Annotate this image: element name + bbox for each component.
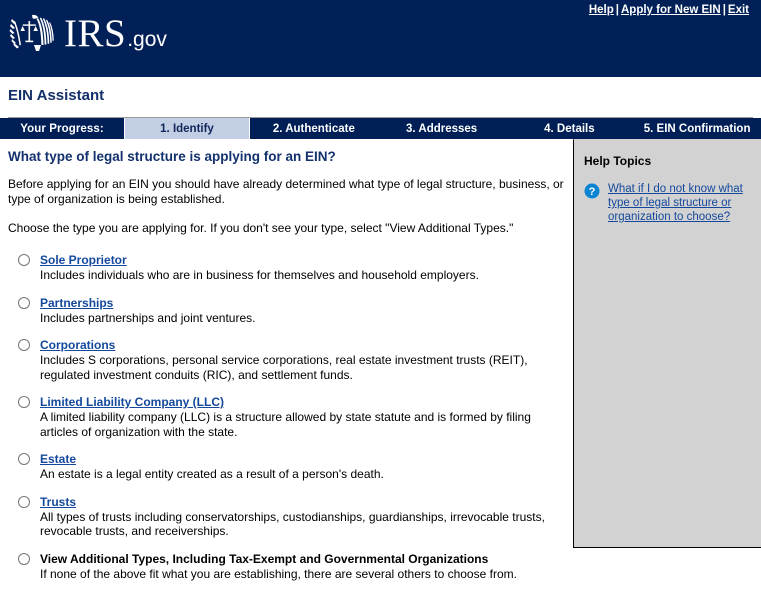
utility-nav: Help | Apply for New EIN | Exit — [589, 4, 749, 16]
title-divider — [8, 117, 753, 118]
option-desc-corporations: Includes S corporations, personal servic… — [40, 353, 528, 382]
progress-tracker: Your Progress: 1. Identify 2. Authentica… — [0, 118, 761, 139]
app-title-bar: EIN Assistant — [0, 77, 761, 118]
utility-nav-separator-1: | — [615, 4, 619, 16]
radio-sole-proprietor[interactable] — [18, 254, 30, 266]
help-link[interactable]: Help — [589, 4, 614, 16]
option-view-additional-types[interactable]: View Additional Types, Including Tax-Exe… — [8, 552, 573, 582]
brand-gov-text: .gov — [127, 27, 167, 51]
question-mark-circle-icon: ? — [584, 183, 600, 199]
legal-structure-options: Sole Proprietor Includes individuals who… — [8, 253, 573, 581]
radio-estate[interactable] — [18, 453, 30, 465]
progress-step-addresses[interactable]: 3. Addresses — [378, 118, 506, 139]
option-desc-partnerships: Includes partnerships and joint ventures… — [40, 310, 256, 325]
radio-view-additional-types[interactable] — [18, 552, 30, 565]
option-limited-liability-company[interactable]: Limited Liability Company (LLC) A limite… — [8, 395, 573, 439]
option-desc-limited-liability-company: A limited liability company (LLC) is a s… — [40, 410, 531, 439]
brand-irs-text: IRS — [64, 11, 127, 55]
option-partnerships[interactable]: Partnerships Includes partnerships and j… — [8, 296, 573, 326]
option-label-partnerships[interactable]: Partnerships — [40, 296, 113, 310]
irs-eagle-seal-icon — [9, 14, 54, 51]
progress-step-ein-confirmation[interactable]: 5. EIN Confirmation — [633, 118, 761, 139]
option-desc-sole-proprietor: Includes individuals who are in business… — [40, 268, 479, 282]
option-label-view-additional-types: View Additional Types, Including Tax-Exe… — [40, 551, 489, 566]
option-label-limited-liability-company[interactable]: Limited Liability Company (LLC) — [40, 395, 224, 409]
option-desc-trusts: All types of trusts including conservato… — [40, 509, 545, 539]
content-region: What type of legal structure is applying… — [0, 139, 761, 587]
option-label-corporations[interactable]: Corporations — [40, 338, 115, 352]
exit-link[interactable]: Exit — [728, 4, 749, 16]
option-corporations[interactable]: Corporations Includes S corporations, pe… — [8, 338, 573, 382]
option-label-trusts[interactable]: Trusts — [40, 495, 76, 509]
option-desc-estate: An estate is a legal entity created as a… — [40, 467, 384, 481]
main-content: What type of legal structure is applying… — [0, 139, 573, 594]
progress-step-identify[interactable]: 1. Identify — [124, 118, 250, 139]
option-sole-proprietor[interactable]: Sole Proprietor Includes individuals who… — [8, 253, 573, 283]
radio-partnerships[interactable] — [18, 296, 30, 309]
intro-paragraph-1: Before applying for an EIN you should ha… — [8, 177, 564, 206]
option-label-sole-proprietor[interactable]: Sole Proprietor — [40, 253, 127, 267]
option-label-estate[interactable]: Estate — [40, 452, 76, 466]
utility-nav-separator-2: | — [722, 4, 726, 16]
intro-paragraph-2: Choose the type you are applying for. If… — [8, 221, 514, 235]
page-title: EIN Assistant — [8, 87, 105, 104]
irs-brand: IRS .gov — [8, 9, 167, 57]
help-topics-title: Help Topics — [584, 154, 652, 168]
section-heading: What type of legal structure is applying… — [8, 149, 336, 164]
help-topic-item[interactable]: ? What if I do not know what type of leg… — [584, 182, 751, 224]
radio-corporations[interactable] — [18, 339, 30, 351]
progress-step-authenticate[interactable]: 2. Authenticate — [250, 118, 378, 139]
radio-limited-liability-company[interactable] — [18, 396, 30, 408]
apply-for-new-ein-link[interactable]: Apply for New EIN — [621, 4, 721, 16]
option-trusts[interactable]: Trusts All types of trusts including con… — [8, 495, 573, 539]
progress-step-details[interactable]: 4. Details — [506, 118, 634, 139]
progress-label: Your Progress: — [20, 122, 104, 135]
option-estate[interactable]: Estate An estate is a legal entity creat… — [8, 452, 573, 482]
svg-text:?: ? — [589, 186, 596, 198]
site-header: IRS .gov Help | Apply for New EIN | Exit — [0, 0, 761, 77]
option-desc-view-additional-types: If none of the above fit what you are es… — [40, 566, 517, 581]
irs-wordmark: IRS .gov — [64, 14, 167, 53]
help-topic-link[interactable]: What if I do not know what type of legal… — [608, 182, 751, 224]
help-topics-panel: Help Topics ? What if I do not know what… — [573, 139, 761, 548]
radio-trusts[interactable] — [18, 495, 30, 508]
